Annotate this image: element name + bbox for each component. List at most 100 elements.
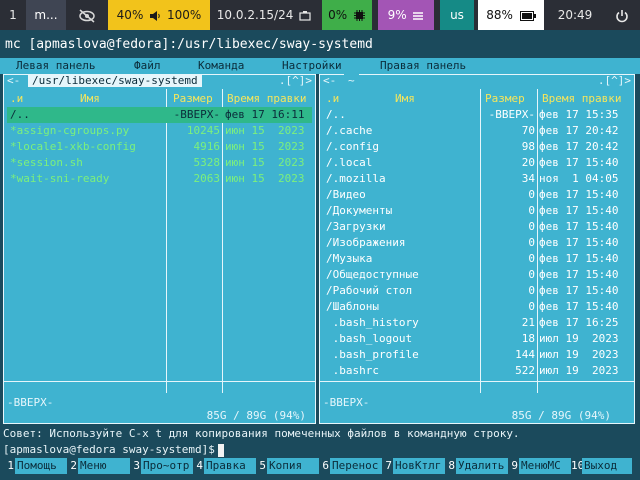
file-mtime: фев 17 15:40: [539, 252, 619, 265]
cpu-widget[interactable]: 0%: [322, 0, 372, 30]
fkey-8-button[interactable]: 8 Удалить: [445, 458, 508, 474]
file-row[interactable]: /.cache 70 фев 17 20:42: [323, 123, 631, 139]
audio-widget[interactable]: 40% 100%: [108, 0, 210, 30]
file-row[interactable]: *wait-sni-ready 2063 июн 15 2023: [7, 171, 312, 187]
keyboard-layout[interactable]: us: [440, 0, 474, 30]
file-row[interactable]: .bash_logout 18 июл 19 2023: [323, 331, 631, 347]
workspace-1-button[interactable]: 1: [0, 0, 26, 30]
file-size: 70: [521, 124, 535, 137]
menu-command[interactable]: Команда: [198, 58, 244, 74]
file-size: 98: [521, 140, 535, 153]
column-name[interactable]: Имя: [395, 91, 415, 107]
file-row[interactable]: /.local 20 фев 17 15:40: [323, 155, 631, 171]
column-sort[interactable]: .и: [10, 91, 23, 107]
file-row[interactable]: *session.sh 5328 июн 15 2023: [7, 155, 312, 171]
file-row[interactable]: .bashrc 522 июл 19 2023: [323, 363, 631, 379]
file-row[interactable]: /Документы 0 фев 17 15:40: [323, 203, 631, 219]
time-value: 20:49: [557, 8, 593, 22]
panel-corner-controls[interactable]: .[^]>: [598, 74, 631, 87]
brightness-value: 40%: [116, 8, 144, 22]
file-name: .bashrc: [326, 364, 379, 377]
file-mtime: июн 15 2023: [225, 156, 305, 169]
file-size: 34: [521, 172, 535, 185]
workspace-2-button[interactable]: m...: [26, 0, 66, 30]
file-mtime: фев 17 15:35: [539, 108, 619, 121]
fkey-label: Про~отр: [141, 458, 193, 474]
file-size: 2063: [193, 172, 221, 185]
mc-menu-bar: Левая панель Файл Команда Настройки Прав…: [0, 58, 640, 74]
file-size: 10245: [186, 124, 220, 137]
file-name: /.config: [326, 140, 379, 153]
clock[interactable]: 20:49: [548, 0, 602, 30]
fkey-number: 6: [322, 459, 329, 472]
privacy-indicator[interactable]: [66, 0, 108, 30]
menu-file[interactable]: Файл: [134, 58, 161, 74]
file-row[interactable]: /Общедоступные 0 фев 17 15:40: [323, 267, 631, 283]
panel-history-left[interactable]: <-: [7, 74, 20, 87]
file-name: /Документы: [326, 204, 393, 217]
menu-left-panel[interactable]: Левая панель: [16, 58, 95, 74]
file-mtime: фев 17 16:11: [225, 108, 305, 121]
battery-widget[interactable]: 88%: [478, 0, 544, 30]
mini-status: -ВВЕРХ-: [323, 396, 370, 409]
file-row[interactable]: /Загрузки 0 фев 17 15:40: [323, 219, 631, 235]
fkey-2-button[interactable]: 2 Меню: [67, 458, 130, 474]
fkey-7-button[interactable]: 7 НовКтлг: [382, 458, 445, 474]
file-mtime: фев 17 20:42: [539, 124, 619, 137]
column-size[interactable]: Размер: [173, 91, 213, 107]
panel-corner-controls[interactable]: .[^]>: [279, 74, 312, 87]
file-mtime: фев 17 15:40: [539, 284, 619, 297]
column-name[interactable]: Имя: [80, 91, 100, 107]
file-row[interactable]: .bash_profile 144 июл 19 2023: [323, 347, 631, 363]
fkey-9-button[interactable]: 9 МенюMC: [508, 458, 571, 474]
file-row[interactable]: /Музыка 0 фев 17 15:40: [323, 251, 631, 267]
file-size: 21: [521, 316, 535, 329]
file-row[interactable]: /.. -ВВЕРХ-фев 17 15:35: [323, 107, 631, 123]
file-mtime: фев 17 20:42: [539, 140, 619, 153]
file-row[interactable]: .bash_history 21 фев 17 16:25: [323, 315, 631, 331]
fkey-4-button[interactable]: 4 Правка: [193, 458, 256, 474]
panel-history-left[interactable]: <-: [323, 74, 336, 87]
left-panel[interactable]: <- /usr/libexec/sway-systemd .[^]> .и Им…: [3, 74, 316, 424]
column-sort[interactable]: .и: [326, 91, 339, 107]
file-row[interactable]: /Видео 0 фев 17 15:40: [323, 187, 631, 203]
menu-options[interactable]: Настройки: [282, 58, 342, 74]
file-row[interactable]: *locale1-xkb-config 4916 июн 15 2023: [7, 139, 312, 155]
command-line[interactable]: [apmaslova@fedora sway-systemd]$: [0, 442, 640, 458]
column-size[interactable]: Размер: [485, 91, 525, 107]
fkey-10-button[interactable]: 10Выход: [571, 458, 632, 474]
memory-icon: [413, 11, 424, 20]
fkey-3-button[interactable]: 3 Про~отр: [130, 458, 193, 474]
power-icon: [616, 9, 628, 22]
column-mtime[interactable]: Время правки: [227, 91, 306, 107]
file-name: /Рабочий стол: [326, 284, 413, 297]
ip-value: 10.0.2.15/24: [216, 8, 294, 22]
file-mtime: фев 17 15:40: [539, 268, 619, 281]
fkey-5-button[interactable]: 5 Копия: [256, 458, 319, 474]
power-button[interactable]: [604, 0, 640, 30]
file-size: 5328: [193, 156, 221, 169]
function-key-bar: 1 Помощь 2 Меню 3 Про~отр 4 Правка 5 Копия 6 Перено…: [0, 458, 640, 474]
file-row[interactable]: /.. -ВВЕРХ-фев 17 16:11: [7, 107, 312, 123]
workspace-label: 1: [9, 8, 17, 22]
status-bar: 1 m... 40% 100% 10.0.2.15/24 0% 9% us 88…: [0, 0, 640, 30]
network-widget[interactable]: 10.0.2.15/24: [210, 0, 318, 30]
menu-right-panel[interactable]: Правая панель: [380, 58, 466, 74]
file-row[interactable]: /Рабочий стол 0 фев 17 15:40: [323, 283, 631, 299]
file-row[interactable]: /.config 98 фев 17 20:42: [323, 139, 631, 155]
file-size: 0: [528, 284, 535, 297]
file-row[interactable]: /Изображения 0 фев 17 15:40: [323, 235, 631, 251]
column-mtime[interactable]: Время правки: [542, 91, 621, 107]
file-name: /.local: [326, 156, 373, 169]
fkey-number: 2: [70, 459, 77, 472]
fkey-1-button[interactable]: 1 Помощь: [4, 458, 67, 474]
fkey-label: НовКтлг: [393, 458, 445, 474]
file-mtime: фев 17 15:40: [539, 300, 619, 313]
memory-widget[interactable]: 9%: [378, 0, 434, 30]
fkey-6-button[interactable]: 6 Перенос: [319, 458, 382, 474]
file-row[interactable]: *assign-cgroups.py 10245 июн 15 2023: [7, 123, 312, 139]
file-row[interactable]: /.mozilla 34 ноя 1 04:05: [323, 171, 631, 187]
right-panel[interactable]: <- ~ .[^]> .и Имя Размер Время правки /.…: [319, 74, 635, 424]
file-row[interactable]: /Шаблоны 0 фев 17 15:40: [323, 299, 631, 315]
panel-path: /usr/libexec/sway-systemd: [28, 74, 202, 87]
